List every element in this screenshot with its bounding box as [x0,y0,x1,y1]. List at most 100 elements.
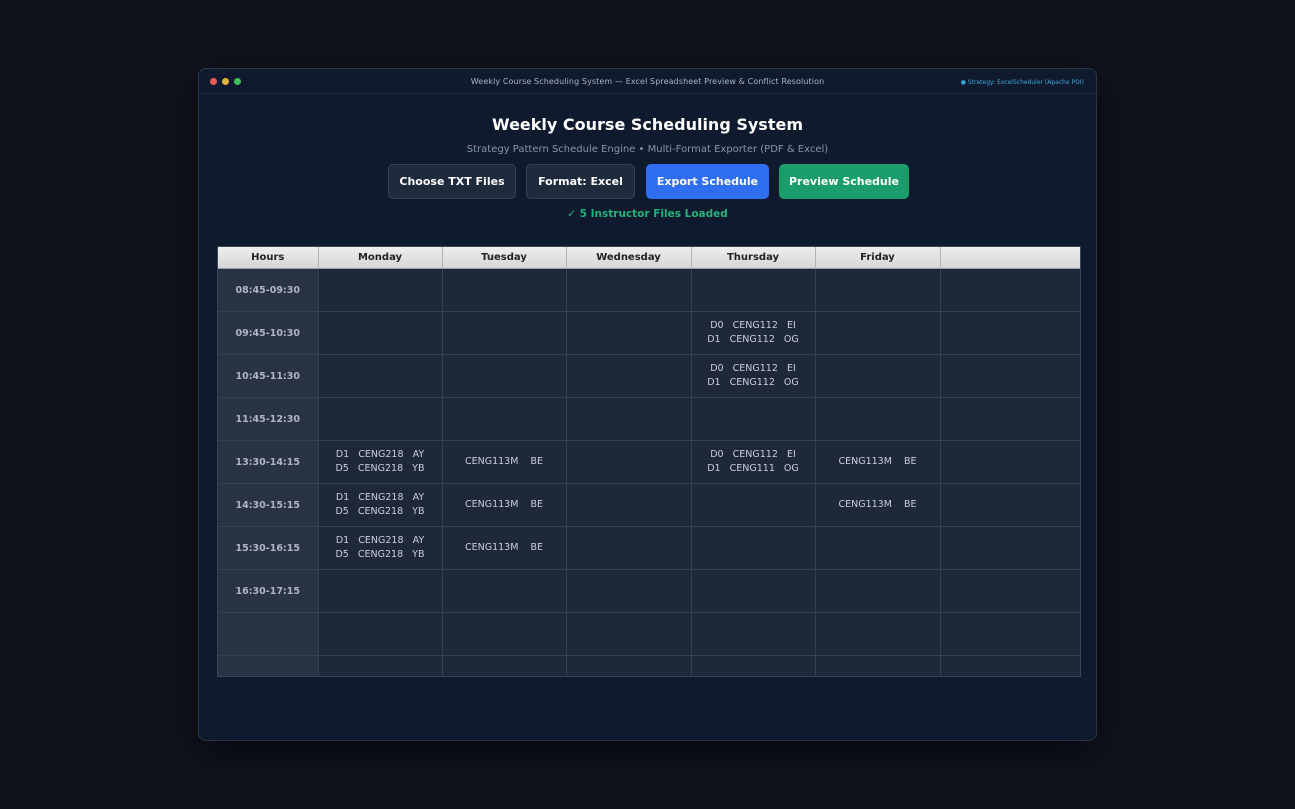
schedule-cell[interactable] [815,526,941,570]
schedule-cell[interactable]: CENG113M BE [442,483,567,527]
column-header[interactable]: Friday [815,247,941,269]
course-entry: D1 CENG218 AY [335,492,425,503]
schedule-cell[interactable] [691,526,816,570]
preview-schedule-button[interactable]: Preview Schedule [779,164,909,199]
hour-cell[interactable]: 08:45-09:30 [218,268,319,312]
schedule-cell[interactable]: D0 CENG112 EI D1 CENG112 OG [691,311,816,355]
schedule-cell[interactable] [940,655,1080,676]
course-entry: D1 CENG218 AY [335,449,425,460]
schedule-cell[interactable] [691,655,816,676]
app-window: Weekly Course Scheduling System — Excel … [198,68,1097,741]
course-entry: CENG113M BE [838,499,917,510]
schedule-cell[interactable]: CENG113M BE [815,440,941,484]
course-entry: D0 CENG112 EI [710,320,796,331]
course-entry: D0 CENG112 EI [710,363,796,374]
schedule-cell[interactable] [566,612,692,656]
course-entry: D1 CENG218 AY [335,535,425,546]
schedule-cell[interactable] [691,268,816,312]
hour-cell[interactable]: 09:45-10:30 [218,311,319,355]
schedule-cell[interactable] [940,311,1080,355]
table-row: 11:45-12:30 [218,397,1080,441]
schedule-cell[interactable] [691,569,816,613]
schedule-cell[interactable] [691,397,816,441]
column-header[interactable]: Hours [218,247,319,269]
schedule-cell[interactable] [940,397,1080,441]
schedule-cell[interactable] [815,397,941,441]
schedule-cell[interactable] [318,354,443,398]
schedule-cell[interactable] [815,612,941,656]
schedule-cell[interactable] [318,655,443,676]
schedule-cell[interactable] [566,483,692,527]
schedule-cell[interactable]: D1 CENG218 AY D5 CENG218 YB [318,440,443,484]
schedule-cell[interactable]: D1 CENG218 AY D5 CENG218 YB [318,526,443,570]
course-entry: D1 CENG111 OG [707,463,799,474]
hour-cell[interactable] [218,655,319,676]
schedule-cell[interactable] [566,655,692,676]
schedule-cell[interactable] [815,569,941,613]
column-header[interactable]: Tuesday [442,247,567,269]
schedule-cell[interactable] [442,655,567,676]
schedule-cell[interactable] [566,569,692,613]
schedule-cell[interactable] [442,612,567,656]
table-row: 09:45-10:30 D0 CENG112 EI D1 CENG112 OG [218,311,1080,355]
table-row: 13:30-14:15 D1 CENG218 AY D5 CENG218 YB CEN… [218,440,1080,484]
hour-cell[interactable]: 10:45-11:30 [218,354,319,398]
column-header[interactable]: Monday [318,247,443,269]
schedule-cell[interactable] [815,311,941,355]
hour-cell[interactable]: 11:45-12:30 [218,397,319,441]
schedule-cell[interactable] [442,397,567,441]
schedule-cell[interactable] [442,354,567,398]
table-row: 15:30-16:15 D1 CENG218 AY D5 CENG218 YB CEN… [218,526,1080,570]
schedule-cell[interactable] [940,569,1080,613]
schedule-cell[interactable]: CENG113M BE [442,440,567,484]
hour-cell[interactable]: 16:30-17:15 [218,569,319,613]
schedule-cell[interactable] [442,311,567,355]
header-row: Hours Monday Tuesday Wednesday Thursday Frida… [218,247,1080,269]
schedule-cell[interactable] [566,268,692,312]
hour-cell[interactable]: 13:30-14:15 [218,440,319,484]
schedule-cell[interactable] [442,569,567,613]
format-select-button[interactable]: Format: Excel [526,164,635,199]
schedule-cell[interactable] [691,483,816,527]
course-entry: D5 CENG218 YB [335,506,425,517]
export-schedule-button[interactable]: Export Schedule [646,164,769,199]
schedule-cell[interactable] [566,311,692,355]
column-header[interactable]: Wednesday [566,247,692,269]
schedule-cell[interactable] [815,655,941,676]
course-entry: CENG113M BE [464,456,544,467]
column-header[interactable]: Thursday [691,247,816,269]
schedule-cell[interactable] [940,354,1080,398]
schedule-cell[interactable] [318,612,443,656]
hour-cell[interactable]: 15:30-16:15 [218,526,319,570]
schedule-cell[interactable] [566,397,692,441]
hour-cell[interactable]: 14:30-15:15 [218,483,319,527]
schedule-cell[interactable]: CENG113M BE [815,483,941,527]
hour-cell[interactable] [218,612,319,656]
schedule-cell[interactable] [318,569,443,613]
schedule-cell[interactable]: D0 CENG112 EI D1 CENG111 OG [691,440,816,484]
column-header[interactable] [940,247,1080,269]
schedule-cell[interactable] [318,268,443,312]
course-entry: D5 CENG218 YB [335,463,425,474]
schedule-cell[interactable] [940,526,1080,570]
schedule-cell[interactable] [318,397,443,441]
schedule-cell[interactable] [566,526,692,570]
schedule-cell[interactable] [940,268,1080,312]
schedule-cell[interactable] [815,354,941,398]
schedule-cell[interactable] [940,612,1080,656]
schedule-cell[interactable] [940,440,1080,484]
course-entry: CENG113M BE [464,499,544,510]
schedule-cell[interactable] [940,483,1080,527]
title-bar: Weekly Course Scheduling System — Excel … [199,69,1096,94]
schedule-cell[interactable] [566,354,692,398]
schedule-cell[interactable] [318,311,443,355]
schedule-spreadsheet[interactable]: Hours Monday Tuesday Wednesday Thursday Frida… [217,246,1081,677]
schedule-cell[interactable] [691,612,816,656]
schedule-cell[interactable]: D0 CENG112 EI D1 CENG112 OG [691,354,816,398]
schedule-cell[interactable] [815,268,941,312]
schedule-cell[interactable]: D1 CENG218 AY D5 CENG218 YB [318,483,443,527]
schedule-cell[interactable] [442,268,567,312]
schedule-cell[interactable] [566,440,692,484]
schedule-cell[interactable]: CENG113M BE [442,526,567,570]
choose-files-button[interactable]: Choose TXT Files [388,164,516,199]
